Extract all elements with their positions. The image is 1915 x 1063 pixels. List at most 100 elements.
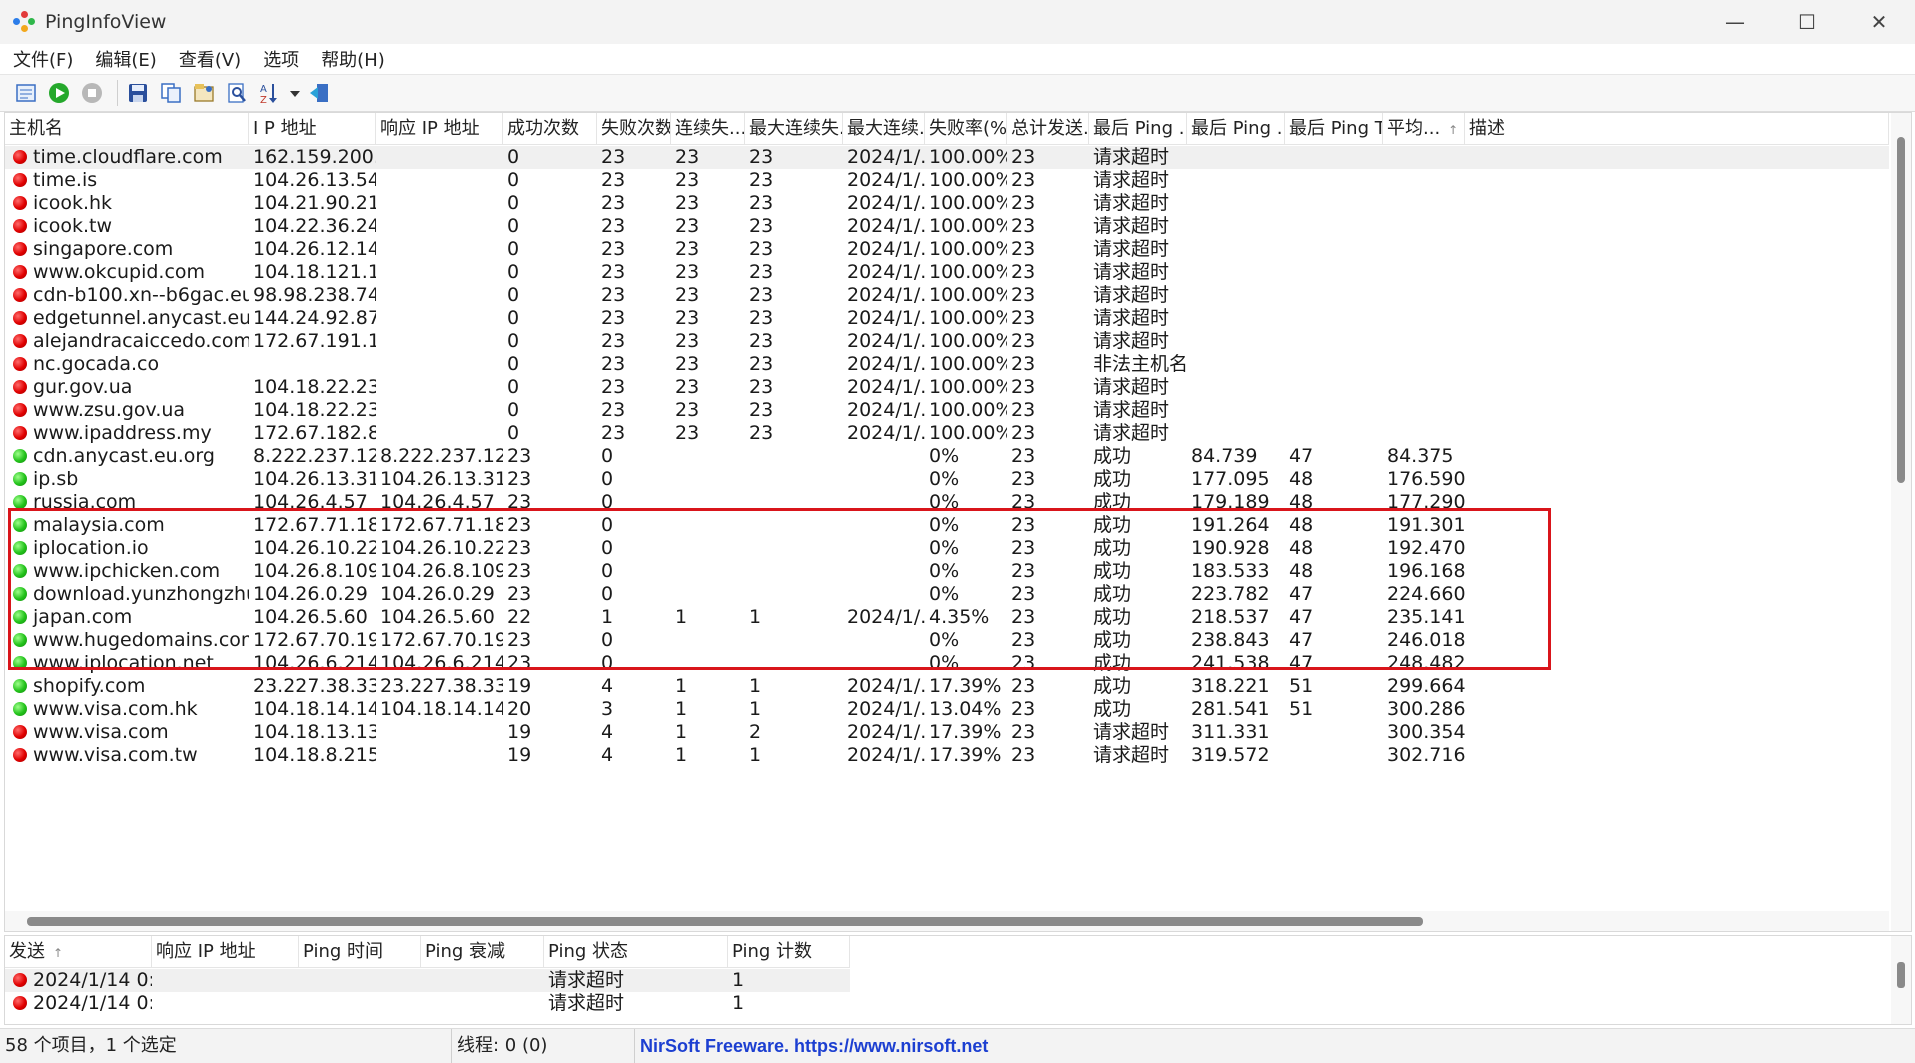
hosts-list[interactable]: 主机名I P 地址响应 IP 地址成功次数失败次数连续失...最大连续失...最… — [4, 112, 1912, 932]
table-row[interactable]: time.is 104.26.13.54 0 23 23 23 2024/1/...100.… — [5, 169, 1889, 192]
table-row[interactable]: icook.hk 104.21.90.210 0 23 23 23 2024/1/...10… — [5, 192, 1889, 215]
menu-edit[interactable]: 编辑(E) — [95, 46, 156, 72]
col-ping-time-header[interactable]: Ping 时间 — [299, 936, 421, 968]
col-ping-ttl-header[interactable]: Ping 衰减 — [421, 936, 544, 968]
col-max-consecutive-failed-cell — [745, 537, 843, 560]
col-last-ping-time-cell — [1187, 215, 1285, 238]
col-ping-count-header[interactable]: Ping 计数 — [728, 936, 850, 968]
table-row[interactable]: malaysia.com172.67.71.187172.67.71.18723… — [5, 514, 1889, 537]
table-row[interactable]: icook.tw 104.22.36.243 0 23 23 23 2024/1/...10… — [5, 215, 1889, 238]
table-row[interactable]: singapore.com 104.26.12.140 0 23 23 23 2024/1/… — [5, 238, 1889, 261]
col-description-cell — [1465, 353, 1889, 376]
col-succeed-count-header[interactable]: 成功次数 — [503, 113, 597, 145]
table-row[interactable]: time.cloudflare.com 162.159.200.1 0 23 23 23 2… — [5, 146, 1889, 169]
copy-icon[interactable] — [157, 79, 185, 107]
table-row[interactable]: shopify.com 23.227.38.33 23.227.38.33 19 4 1 1… — [5, 675, 1889, 698]
col-hostname-cell: time.is — [5, 169, 249, 192]
col-consecutive-failed-header[interactable]: 连续失... — [671, 113, 745, 145]
col-failed-count-header[interactable]: 失败次数 — [597, 113, 671, 145]
nirsoft-link[interactable]: NirSoft Freeware. https://www.nirsoft.ne… — [636, 1029, 1056, 1063]
col-max-consecutive-time-header[interactable]: 最大连续... — [843, 113, 925, 145]
table-row[interactable]: ip.sb 104.26.13.31 104.26.13.31 23 0 0% 23 成功 17… — [5, 468, 1889, 491]
menu-file[interactable]: 文件(F) — [13, 46, 73, 72]
vertical-scrollbar[interactable] — [1891, 936, 1911, 1024]
maximize-button[interactable]: ☐ — [1771, 0, 1843, 44]
col-reply-ip-cell — [376, 192, 503, 215]
col-ip-address-cell: 8.222.237.125 — [253, 445, 376, 467]
col-consecutive-failed-cell: 23 — [675, 422, 700, 444]
col-total-sent-header[interactable]: 总计发送... — [1007, 113, 1089, 145]
table-row[interactable]: www.visa.com 104.18.13.130 19 4 1 2 2024/1/...… — [5, 721, 1889, 744]
table-row[interactable]: www.ipchicken.com 104.26.8.109 104.26.8.10… — [5, 560, 1889, 583]
col-reply-ip-header[interactable]: 响应 IP 地址 — [152, 936, 299, 968]
find-icon[interactable] — [223, 79, 251, 107]
table-row[interactable]: cdn.anycast.eu.org 8.222.237.1258.222.237… — [5, 445, 1889, 468]
table-row[interactable]: nc.gocada.co02323232024/1/...100.00%23非法… — [5, 353, 1889, 376]
col-failed-percent-header[interactable]: 失败率(%) — [925, 113, 1007, 145]
exit-icon[interactable] — [306, 79, 334, 107]
table-row[interactable]: edgetunnel.anycast.eu.org144.24.92.87 0 23… — [5, 307, 1889, 330]
table-row[interactable]: www.okcupid.com 104.18.121.19 0 23 23 23 2024/… — [5, 261, 1889, 284]
col-description-header[interactable]: 描述 — [1465, 113, 1889, 145]
col-last-ping-time-header[interactable]: 最后 Ping ... — [1187, 113, 1285, 145]
minimize-button[interactable]: — — [1699, 0, 1771, 44]
menu-help[interactable]: 帮助(H) — [321, 46, 385, 72]
table-row[interactable]: russia.com 104.26.4.57 104.26.4.57 23 0 0% 23 成… — [5, 491, 1889, 514]
col-hostname-cell: ip.sb — [5, 468, 249, 491]
col-last-ping-time-cell: 177.095 — [1191, 468, 1270, 490]
col-last-ping-status-cell: 请求超时 — [1093, 146, 1170, 168]
table-row[interactable]: www.zsu.gov.ua 104.18.22.238 0 23 23 23 2024/1… — [5, 399, 1889, 422]
menu-view[interactable]: 查看(V) — [179, 46, 241, 72]
table-row[interactable]: www.hugedomains.com172.67.70.191172.67.7… — [5, 629, 1889, 652]
ping-history-list[interactable]: 发送 ↑ 响应 IP 地址 Ping 时间 Ping 衰减 Ping 状态 Ping 计数 … — [4, 935, 1912, 1025]
table-row[interactable]: alejandracaiccedo.com172.67.191.189 0 23 23… — [5, 330, 1889, 353]
menu-options[interactable]: 选项 — [263, 46, 299, 72]
chevron-down-icon[interactable] — [289, 79, 301, 107]
table-row[interactable]: iplocation.io104.26.10.222104.26.10.2222… — [5, 537, 1889, 560]
table-row[interactable]: www.ipaddress.my 172.67.182.83 0 23 23 23 2024… — [5, 422, 1889, 445]
col-sent-time-header[interactable]: 发送 ↑ — [5, 936, 152, 968]
table-row[interactable]: www.visa.com.hk 104.18.14.147104.18.14.14… — [5, 698, 1889, 721]
horizontal-scrollbar[interactable] — [5, 911, 1889, 931]
col-last-ping-status-cell: 成功 — [1093, 606, 1132, 628]
save-icon[interactable] — [124, 79, 152, 107]
table-row[interactable]: japan.com 104.26.5.60 104.26.5.60 22 1 1 1 2024… — [5, 606, 1889, 629]
table-row[interactable]: www.visa.com.tw 104.18.8.215 19 4 1 1 2024/1/.… — [5, 744, 1889, 767]
scrollbar-thumb[interactable] — [1897, 962, 1905, 988]
col-last-ping-ttl-header[interactable]: 最后 Ping T... — [1285, 113, 1383, 145]
scrollbar-thumb[interactable] — [27, 917, 1423, 926]
col-last-ping-time-cell — [1187, 146, 1285, 169]
col-last-ping-ttl-cell — [1285, 284, 1383, 307]
col-max-consecutive-failed-cell: 23 — [749, 399, 774, 421]
col-ping-status-header[interactable]: Ping 状态 — [544, 936, 728, 968]
col-hostname-cell: download.yunzhongzhuan.com — [5, 583, 249, 606]
close-button[interactable]: ✕ — [1843, 0, 1915, 44]
sort-icon[interactable]: AZ — [256, 79, 284, 107]
col-average-ping-header[interactable]: 平均... ↑ — [1383, 113, 1465, 145]
col-reply-ip-header[interactable]: 响应 IP 地址 — [376, 113, 503, 145]
status-fail-icon — [13, 380, 27, 394]
table-row[interactable]: www.iplocation.net 104.26.6.214 104.26.6.2… — [5, 652, 1889, 675]
list-item[interactable]: 2024/1/14 0:10... 请求超时 1 — [5, 969, 850, 992]
table-row[interactable]: gur.gov.ua 104.18.22.235 0 23 23 23 2024/1/...… — [5, 376, 1889, 399]
col-hostname-cell: edgetunnel.anycast.eu.org — [5, 307, 249, 330]
col-last-ping-status-header[interactable]: 最后 Ping ... — [1089, 113, 1187, 145]
col-max-consecutive-failed-header[interactable]: 最大连续失... — [745, 113, 843, 145]
status-ok-icon — [13, 518, 27, 532]
col-reply-ip-cell — [376, 721, 503, 744]
col-succeed-count-cell: 0 — [507, 376, 520, 398]
list-item[interactable]: 2024/1/14 0:10... 请求超时 1 — [5, 992, 850, 1015]
col-average-ping-cell — [1383, 422, 1465, 445]
col-hostname-header[interactable]: 主机名 — [5, 113, 249, 145]
start-icon[interactable] — [45, 79, 73, 107]
col-description-cell — [1465, 307, 1889, 330]
vertical-scrollbar[interactable] — [1891, 113, 1911, 931]
col-ip-address-header[interactable]: I P 地址 — [249, 113, 376, 145]
scrollbar-thumb[interactable] — [1897, 137, 1905, 483]
properties-icon[interactable] — [190, 79, 218, 107]
stop-icon[interactable] — [78, 79, 106, 107]
new-list-icon[interactable] — [12, 79, 40, 107]
status-fail-icon — [13, 311, 27, 325]
table-row[interactable]: download.yunzhongzhuan.com104.26.0.29104… — [5, 583, 1889, 606]
table-row[interactable]: cdn-b100.xn--b6gac.eu.org98.98.238.74 0 23… — [5, 284, 1889, 307]
